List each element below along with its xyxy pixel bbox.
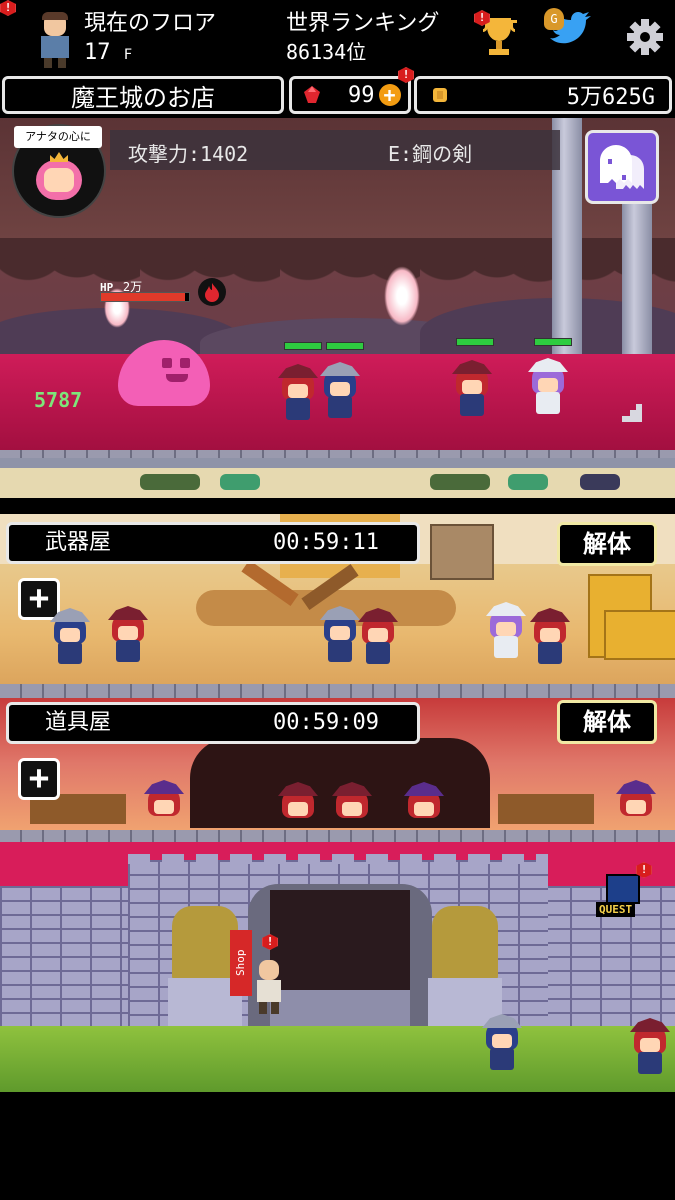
floor-unit: F: [123, 47, 133, 63]
floor-indicator: 17 F: [84, 40, 132, 65]
item-shop-header[interactable]: 道具屋 00:59:09: [6, 702, 420, 744]
gold-bag-icon: G: [544, 8, 564, 30]
shelf-goods: [140, 474, 200, 490]
fire-element-icon: [198, 278, 226, 306]
shopper-witch[interactable]: [614, 780, 658, 830]
hero-hp-bar: [326, 342, 364, 350]
gem-counter: 99 + !: [289, 67, 414, 114]
ranking-value: 86134位: [286, 40, 367, 64]
gold-amount: 5万625G: [566, 85, 655, 110]
buy-gems-button[interactable]: +: [378, 84, 401, 106]
quest-board-icon: [606, 874, 640, 904]
ranking-label: 世界ランキング: [286, 11, 440, 36]
quest-label: QUEST: [596, 902, 636, 917]
shelf-goods: [430, 474, 490, 490]
hero-avatar[interactable]: [36, 12, 72, 68]
adventurer-priest[interactable]: [526, 358, 570, 418]
hero-hp-bar: [284, 342, 322, 350]
dismantle-button[interactable]: 解体: [557, 700, 657, 744]
advisor-speech-bubble: アナタの心に: [14, 126, 102, 148]
shop-name-panel[interactable]: 魔王城のお店: [2, 76, 284, 114]
quest-button[interactable]: QUEST !: [596, 862, 652, 922]
shopper-mage[interactable]: [276, 782, 320, 830]
status-bar: ! 現在のフロア 17 F 世界ランキング 86134位 ! G: [0, 0, 675, 72]
arriving-knight[interactable]: [480, 1014, 524, 1074]
stone-pillar: [622, 178, 652, 363]
add-worker-button[interactable]: +: [18, 758, 60, 800]
settings-button[interactable]: [626, 18, 664, 56]
gargoyle-statue: [432, 906, 498, 982]
hero-hp-bar: [456, 338, 494, 346]
weapon-shop: 武器屋 00:59:11 解体 +: [0, 514, 675, 684]
hero-hp-bar: [534, 338, 572, 346]
shopper-witch[interactable]: [142, 780, 186, 830]
dismantle-button[interactable]: 解体: [557, 522, 657, 566]
attack-power: 攻撃力:1402: [128, 142, 249, 166]
advisor-face: [44, 168, 74, 192]
gargoyle-statue: [172, 906, 238, 982]
equipped-weapon: E:鋼の剣: [388, 142, 473, 166]
upper-shop-floor: [0, 458, 675, 514]
shopper-mage[interactable]: [106, 606, 150, 666]
shopper-mage[interactable]: [528, 608, 572, 668]
shelf-goods: [580, 474, 620, 490]
shopkeeper-character[interactable]: [254, 960, 284, 1014]
crown-icon: [50, 152, 68, 162]
shop-banner-flag: Shop: [230, 930, 252, 996]
adventurer-mage[interactable]: [276, 364, 320, 424]
ruby-gem-icon: [304, 86, 320, 103]
stats-panel: 攻撃力:1402 E:鋼の剣: [110, 130, 560, 170]
gold-counter: 5万625G: [414, 76, 672, 114]
ghost-skill-button[interactable]: [585, 130, 659, 204]
item-shop: 道具屋 00:59:09 解体 +: [0, 698, 675, 830]
castle-entrance: Shop ! QUEST !: [0, 830, 675, 1092]
shop-name: 武器屋: [45, 530, 112, 555]
shelf-goods: [220, 474, 260, 490]
shop-name: 道具屋: [45, 710, 112, 735]
item-shelf: [498, 794, 594, 824]
shop-timer: 00:59:09: [273, 710, 379, 735]
floor-number: 17: [84, 40, 111, 65]
floor-divider: [0, 684, 675, 698]
gear-icon: [627, 19, 663, 55]
shopper-mage[interactable]: [356, 608, 400, 668]
shop-timer: 00:59:11: [273, 530, 379, 555]
shopper-knight[interactable]: [48, 608, 92, 668]
battle-scene: アナタの心に 攻撃力:1402 E:鋼の剣 HP 2万 5787: [0, 118, 675, 458]
stairs-icon: [620, 400, 644, 424]
enemy-hp-bar: [100, 292, 190, 302]
floor-divider: [0, 450, 675, 458]
torch-flame: [384, 266, 420, 326]
weapon-shop-header[interactable]: 武器屋 00:59:11: [6, 522, 420, 564]
enemy-hp-fill: [101, 293, 185, 301]
shelf-goods: [508, 474, 548, 490]
adventurer-mage[interactable]: [450, 360, 494, 420]
bottom-letterbox: [0, 1092, 675, 1200]
shopper-priest[interactable]: [484, 602, 528, 662]
ranking-trophy-button[interactable]: !: [474, 10, 520, 58]
grass-ground: [0, 1026, 675, 1092]
shopper-witch[interactable]: [402, 782, 446, 830]
battlements: [128, 854, 548, 864]
shopper-mage[interactable]: [330, 782, 374, 830]
arriving-mage[interactable]: [628, 1018, 672, 1078]
ghost-icon: [600, 145, 644, 189]
floor-label: 現在のフロア: [84, 11, 217, 36]
floor-divider: [0, 830, 675, 842]
adventurer-knight[interactable]: [318, 362, 362, 422]
damage-number: 5787: [34, 388, 83, 412]
gem-count: 99: [348, 82, 375, 108]
gold-coin-icon: [433, 88, 447, 102]
shop-name: 魔王城のお店: [71, 83, 215, 112]
notification-badge: !: [0, 0, 16, 16]
weapon-rack: [430, 524, 494, 580]
share-button[interactable]: G: [544, 8, 596, 62]
crate: [604, 610, 675, 660]
